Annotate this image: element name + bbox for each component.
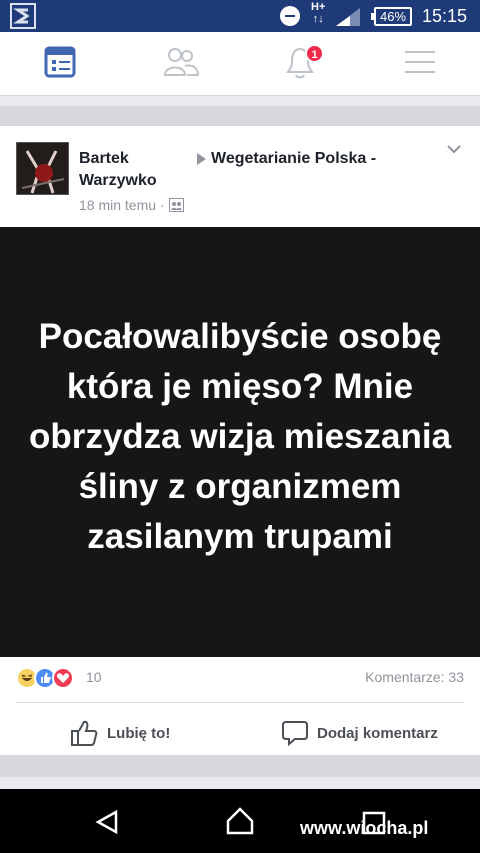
love-icon — [52, 667, 74, 689]
post-time[interactable]: 18 min temu — [79, 197, 156, 213]
signal-icon — [336, 8, 360, 26]
menu-icon[interactable] — [405, 50, 435, 74]
s-app-icon — [10, 3, 36, 29]
post-image[interactable]: Pocałowalibyście osobę która je mięso? M… — [0, 227, 480, 657]
comment-label: Dodaj komentarz — [317, 724, 438, 742]
reactions-count[interactable]: 10 — [86, 669, 102, 685]
author-name[interactable]: Bartek — [79, 148, 129, 170]
avatar[interactable] — [16, 142, 69, 195]
author-surname[interactable]: Warzywko — [79, 170, 157, 192]
group-name[interactable]: Wegetarianie Polska - — [211, 148, 376, 170]
network-type: H+ ↑↓ — [311, 1, 326, 25]
do-not-disturb-icon — [280, 6, 300, 26]
top-navigation: 1 — [0, 32, 480, 96]
comments-count[interactable]: Komentarze: 33 — [365, 669, 464, 685]
watermark: www.wiocha.pl — [300, 818, 429, 838]
news-feed-icon[interactable] — [44, 46, 76, 78]
friends-icon[interactable] — [163, 46, 199, 78]
battery-indicator: 46% — [371, 7, 412, 26]
thumbs-up-icon — [71, 720, 98, 746]
status-bar: H+ ↑↓ 46% 15:15 — [0, 0, 480, 32]
post-image-text: Pocałowalibyście osobę która je mięso? M… — [28, 316, 452, 556]
feed-separator-bottom — [0, 755, 480, 777]
feed-separator — [0, 106, 480, 126]
dot-separator: · — [159, 197, 169, 213]
privacy-group-icon — [168, 198, 184, 212]
like-button[interactable]: Lubię to! — [70, 718, 170, 748]
comment-icon — [282, 721, 308, 746]
post-card: Bartek Warzywko Wegetarianie Polska - 18… — [0, 126, 480, 755]
chevron-down-icon[interactable] — [446, 144, 462, 154]
comment-button[interactable]: Dodaj komentarz — [282, 718, 438, 748]
back-icon[interactable] — [95, 809, 119, 835]
divider — [16, 702, 464, 703]
home-icon[interactable] — [226, 807, 254, 835]
notification-badge: 1 — [305, 44, 324, 63]
clock: 15:15 — [422, 6, 468, 26]
post-meta: 18 min temu · — [79, 197, 184, 213]
shared-to-arrow-icon — [197, 153, 206, 165]
like-label: Lubię to! — [107, 724, 171, 742]
